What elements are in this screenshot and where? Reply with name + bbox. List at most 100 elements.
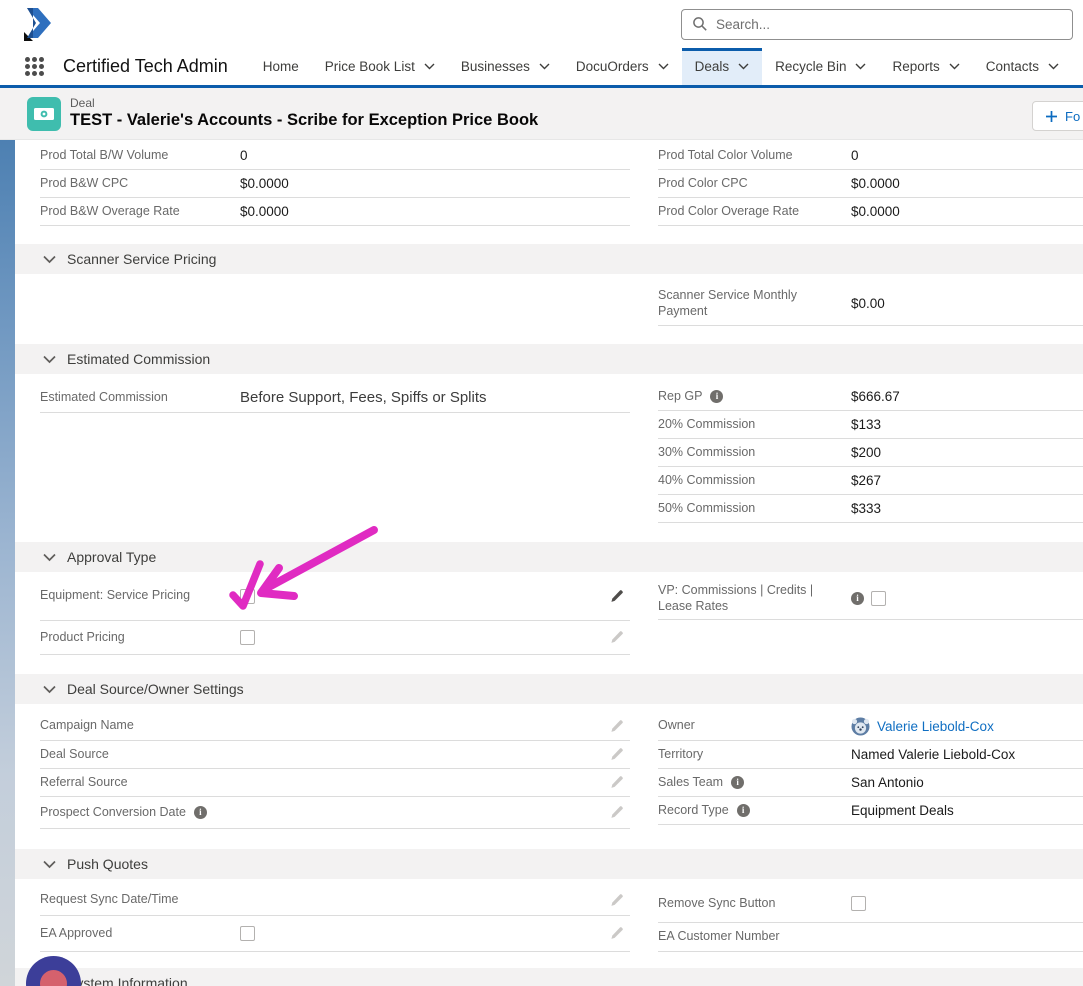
section-system-information[interactable]: System Information	[15, 968, 1083, 986]
field-value: 0	[851, 148, 859, 163]
tab-recycle-bin[interactable]: Recycle Bin	[762, 48, 879, 85]
follow-button[interactable]: Fo	[1032, 101, 1083, 131]
field-row: Equipment: Service Pricing	[40, 572, 630, 621]
owner-name: Valerie Liebold-Cox	[877, 718, 994, 734]
field-value: $0.0000	[851, 176, 900, 191]
field-label: Request Sync Date/Time	[40, 892, 179, 907]
section-approval-type[interactable]: Approval Type	[15, 542, 1083, 572]
field-label: Prod Color Overage Rate	[658, 203, 800, 218]
field-row: VP: Commissions | Credits | Lease Rates	[658, 578, 1083, 620]
tab-reports[interactable]: Reports	[879, 48, 972, 85]
chevron-down-icon[interactable]	[43, 860, 56, 869]
field-label: Prod B&W Overage Rate	[40, 203, 180, 218]
remove-sync-button-checkbox[interactable]	[851, 896, 866, 911]
field-row: 50% Commission $333	[658, 495, 1083, 523]
info-icon[interactable]	[736, 804, 750, 817]
section-deal-source-owner-settings[interactable]: Deal Source/Owner Settings	[15, 674, 1083, 704]
section-title: System Information	[67, 975, 188, 986]
info-icon[interactable]	[710, 390, 724, 403]
field-label: Estimated Commission	[40, 389, 168, 404]
ea-approved-checkbox[interactable]	[240, 926, 255, 941]
salesforce-deal-page: Certified Tech Admin Home Price Book Lis…	[0, 0, 1083, 986]
field-label: Prod Color CPC	[658, 175, 748, 190]
chevron-down-icon	[424, 63, 435, 70]
section-title: Scanner Service Pricing	[67, 251, 217, 267]
field-label: EA Approved	[40, 925, 113, 940]
field-row: Rep GP $666.67	[658, 383, 1083, 411]
field-value: Named Valerie Liebold-Cox	[851, 747, 1016, 762]
chevron-down-icon[interactable]	[43, 685, 56, 694]
section-push-quotes[interactable]: Push Quotes	[15, 849, 1083, 879]
edit-icon[interactable]	[609, 926, 624, 941]
field-row: Owner Valerie Liebold-Cox	[658, 712, 1083, 741]
tab-docuorders[interactable]: DocuOrders	[563, 48, 682, 85]
field-row: Scanner Service Monthly Payment $0.00	[658, 282, 1083, 326]
field-row: Prod Total B/W Volume 0	[40, 142, 630, 170]
field-row: Deal Source	[40, 741, 630, 769]
field-label: Prod Total Color Volume	[658, 147, 793, 162]
approval-fields-grid: Equipment: Service Pricing Product Prici…	[15, 572, 1083, 655]
field-label: 50% Commission	[658, 500, 756, 515]
field-value: $267	[851, 473, 882, 488]
field-row: Remove Sync Button	[658, 885, 1083, 923]
tab-home[interactable]: Home	[250, 48, 312, 85]
product-pricing-checkbox[interactable]	[240, 630, 255, 645]
plus-icon	[1046, 110, 1057, 122]
edit-icon[interactable]	[609, 630, 624, 645]
chevron-down-icon	[949, 63, 960, 70]
field-row: 20% Commission $133	[658, 411, 1083, 439]
info-icon[interactable]	[193, 806, 207, 819]
tab-label: Businesses	[460, 59, 530, 74]
edit-icon[interactable]	[609, 775, 624, 790]
field-label: Campaign Name	[40, 718, 134, 733]
chevron-down-icon[interactable]	[43, 553, 56, 562]
follow-button-label: Fo	[1065, 108, 1081, 124]
info-icon[interactable]	[851, 592, 864, 605]
field-label: Record Type	[658, 803, 851, 819]
field-row: Estimated Commission Before Support, Fee…	[40, 383, 630, 413]
chevron-down-icon	[855, 63, 866, 70]
record-detail-panel: Prod Total B/W Volume 0 Prod B&W CPC $0.…	[15, 140, 1083, 986]
tab-businesses[interactable]: Businesses	[448, 48, 563, 85]
tab-clipped[interactable]: E	[1072, 48, 1083, 85]
edit-icon[interactable]	[609, 589, 624, 604]
chevron-down-icon[interactable]	[43, 255, 56, 264]
section-estimated-commission[interactable]: Estimated Commission	[15, 344, 1083, 374]
vp-commissions-checkbox[interactable]	[871, 591, 886, 606]
field-label: Prod Total B/W Volume	[40, 147, 169, 162]
edit-icon[interactable]	[609, 805, 624, 820]
tab-price-book-list[interactable]: Price Book List	[312, 48, 448, 85]
owner-link[interactable]: Valerie Liebold-Cox	[851, 717, 994, 736]
field-value: $666.67	[851, 389, 900, 404]
deal-source-fields-grid: Campaign Name Deal Source Referral Sourc…	[15, 712, 1083, 829]
edit-icon[interactable]	[609, 893, 624, 908]
tab-label: Reports	[892, 59, 940, 74]
chevron-down-icon	[738, 63, 749, 70]
chevron-down-icon[interactable]	[43, 355, 56, 364]
field-label: 40% Commission	[658, 472, 756, 487]
tab-label: Deals	[694, 59, 730, 74]
info-icon[interactable]	[731, 776, 745, 789]
field-value: Before Support, Fees, Spiffs or Splits	[240, 389, 487, 406]
edit-icon[interactable]	[609, 719, 624, 734]
field-row: Prod Color Overage Rate $0.0000	[658, 198, 1083, 226]
edit-icon[interactable]	[609, 747, 624, 762]
equipment-service-pricing-checkbox[interactable]	[240, 588, 255, 604]
tab-contacts[interactable]: Contacts	[973, 48, 1072, 85]
app-navigation-bar: Certified Tech Admin Home Price Book Lis…	[0, 48, 1083, 88]
app-launcher-icon[interactable]	[25, 57, 44, 76]
field-row: Territory Named Valerie Liebold-Cox	[658, 741, 1083, 769]
field-row: Prod B&W CPC $0.0000	[40, 170, 630, 198]
chevron-down-icon	[1048, 63, 1059, 70]
push-quotes-fields-grid: Request Sync Date/Time EA Approved Remov…	[15, 885, 1083, 952]
record-header: Deal TEST - Valerie's Accounts - Scribe …	[0, 88, 1083, 140]
tab-deals[interactable]: Deals	[681, 48, 763, 85]
search-input[interactable]	[681, 9, 1073, 40]
field-row: Prod B&W Overage Rate $0.0000	[40, 198, 630, 226]
field-label: 20% Commission	[658, 416, 756, 431]
field-row: Prod Color CPC $0.0000	[658, 170, 1083, 198]
field-value: $333	[851, 501, 882, 516]
avatar	[851, 717, 870, 735]
section-scanner-service-pricing[interactable]: Scanner Service Pricing	[15, 244, 1083, 274]
field-label: Territory	[658, 746, 704, 761]
